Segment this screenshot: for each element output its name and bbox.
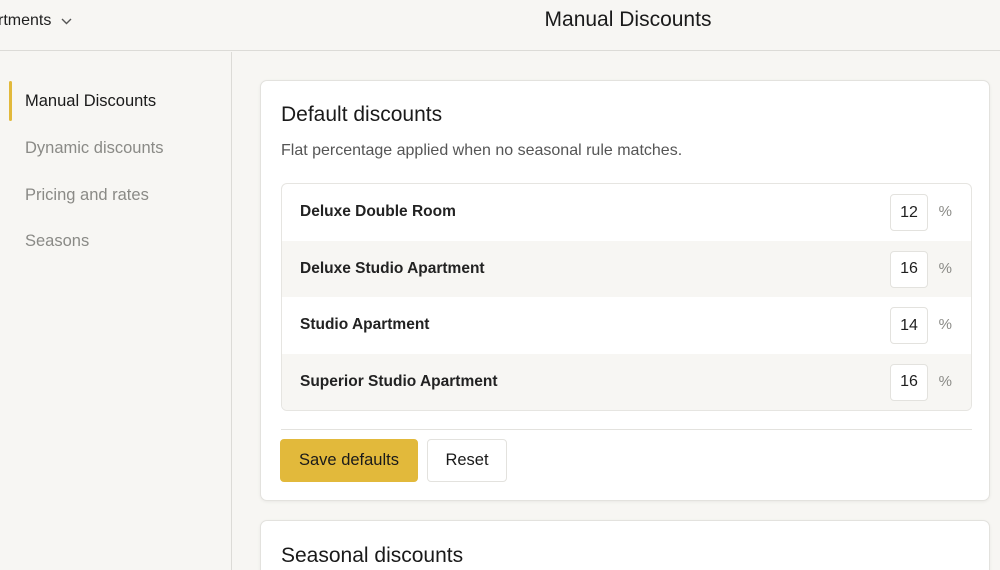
sidebar-item-pricing-and-rates[interactable]: Pricing and rates <box>0 175 231 215</box>
sidebar-item-dynamic-discounts[interactable]: Dynamic discounts <box>0 128 231 168</box>
default-discounts-card: Default discounts Flat percentage applie… <box>260 80 990 501</box>
room-name: Superior Studio Apartment <box>300 372 498 390</box>
percent-unit: % <box>938 259 952 277</box>
table-row: Studio Apartment % <box>282 297 971 354</box>
percent-unit: % <box>938 372 952 390</box>
discount-input[interactable] <box>890 363 928 401</box>
room-name: Deluxe Double Room <box>300 203 456 221</box>
table-row: Superior Studio Apartment % <box>282 353 971 410</box>
table-row: Deluxe Studio Apartment % <box>282 240 971 297</box>
page-title: Manual Discounts <box>544 8 712 31</box>
card-subtitle: Flat percentage applied when no seasonal… <box>281 142 683 159</box>
discount-input[interactable] <box>890 250 928 288</box>
seasonal-discounts-card: Seasonal discounts <box>260 520 990 570</box>
reset-button[interactable]: Reset <box>427 439 507 482</box>
discount-input[interactable] <box>890 194 928 231</box>
sidebar: Manual Discounts Dynamic discounts Prici… <box>0 52 232 570</box>
sidebar-item-label: Pricing and rates <box>25 185 149 204</box>
divider <box>281 429 972 430</box>
card-title: Seasonal discounts <box>281 544 464 567</box>
sidebar-item-manual-discounts[interactable]: Manual Discounts <box>0 81 231 121</box>
card-title: Default discounts <box>281 103 443 126</box>
room-name: Deluxe Studio Apartment <box>300 259 485 277</box>
sidebar-item-label: Manual Discounts <box>25 91 157 110</box>
room-name: Studio Apartment <box>300 316 430 334</box>
discount-input[interactable] <box>890 307 928 344</box>
percent-unit: % <box>938 203 952 220</box>
sidebar-item-label: Dynamic discounts <box>25 138 164 157</box>
sidebar-item-seasons[interactable]: Seasons <box>0 221 231 261</box>
top-bar: rtments Manual Discounts <box>0 0 1000 51</box>
sidebar-item-label: Seasons <box>25 231 90 250</box>
percent-unit: % <box>938 316 952 333</box>
save-defaults-button[interactable]: Save defaults <box>280 439 418 482</box>
table-row: Deluxe Double Room % <box>282 184 971 241</box>
room-discount-table: Deluxe Double Room % Deluxe Studio Apart… <box>281 183 972 411</box>
